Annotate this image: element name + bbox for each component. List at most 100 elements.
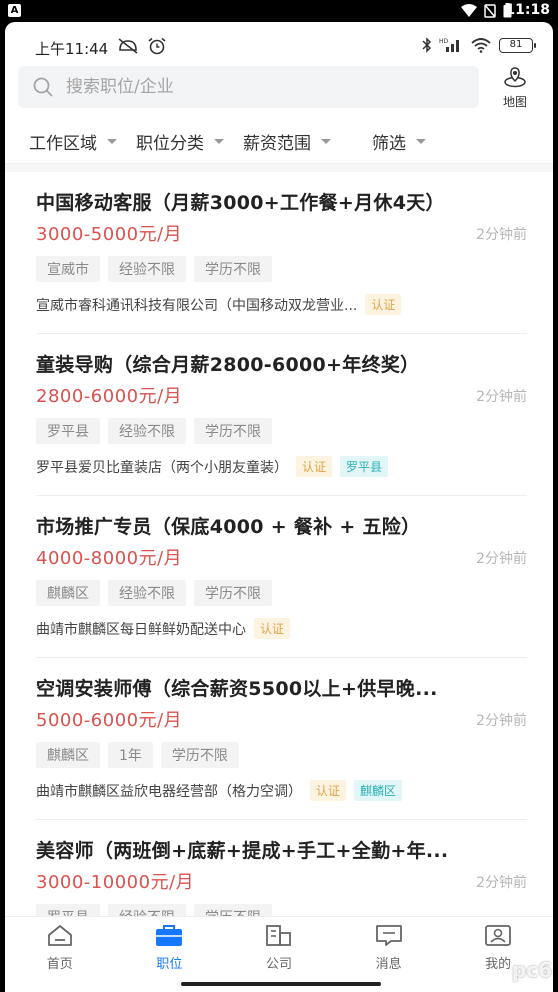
caret-down-icon [416, 139, 426, 144]
job-title: 市场推广专员（保底4000 + 餐补 + 五险） [36, 516, 421, 538]
job-card[interactable]: 美容师（两班倒+底薪+提成+手工+全勤+年... 3000-10000元/月 2… [36, 820, 527, 916]
wifi-icon [471, 38, 491, 53]
caret-down-icon [214, 139, 224, 144]
job-posted-time: 2分钟前 [476, 713, 527, 729]
tag-location: 罗平县 [36, 904, 100, 916]
tag-location: 麒麟区 [36, 742, 100, 768]
filter-label: 薪资范围 [243, 134, 311, 154]
job-card[interactable]: 空调安装师傅（综合薪资5500以上+供早晚... 5000-6000元/月 2分… [36, 658, 527, 820]
job-company-row: 曲靖市麒麟区每日鲜鲜奶配送中心 认证 [36, 618, 526, 639]
job-tags: 麒麟区 经验不限 学历不限 [36, 580, 272, 606]
watermark-logo: pc6 [511, 958, 552, 982]
filter-salary-range[interactable]: 薪资范围 [243, 129, 331, 154]
job-tags: 罗平县 经验不限 学历不限 [36, 904, 272, 916]
job-company-row: 罗平县爱贝比童装店（两个小朋友童装） 认证 罗平县 [36, 456, 526, 477]
filter-label: 筛选 [372, 134, 406, 154]
tab-home[interactable]: 首页 [5, 917, 115, 992]
tag-experience: 经验不限 [108, 256, 186, 282]
search-input[interactable] [66, 77, 446, 97]
search-bar[interactable] [18, 66, 479, 108]
job-title: 美容师（两班倒+底薪+提成+手工+全勤+年... [36, 840, 449, 862]
no-sim-icon [484, 3, 496, 18]
tag-location: 宣威市 [36, 256, 100, 282]
tag-location: 罗平县 [36, 418, 100, 444]
tag-education: 学历不限 [194, 904, 272, 916]
filter-label: 工作区域 [29, 134, 97, 154]
status-right-icons: HD 81 [422, 37, 536, 53]
job-company-row: 曲靖市麒麟区益欣电器经营部（格力空调） 认证 麒麟区 [36, 780, 526, 801]
caret-down-icon [107, 139, 117, 144]
verified-badge: 认证 [365, 294, 402, 315]
company-name: 曲靖市麒麟区益欣电器经营部（格力空调） [36, 783, 302, 800]
job-posted-time: 2分钟前 [476, 227, 527, 243]
verified-badge: 认证 [296, 456, 333, 477]
system-time: 11:18 [505, 2, 550, 18]
map-pin-icon [504, 67, 526, 88]
filter-work-area[interactable]: 工作区域 [29, 129, 117, 154]
signal-icon: HD [439, 38, 459, 52]
job-posted-time: 2分钟前 [476, 875, 527, 891]
map-button[interactable]: 地图 [495, 66, 535, 109]
divider [5, 164, 553, 172]
verified-badge: 认证 [310, 780, 347, 801]
job-list: 中国移动客服（月薪3000+工作餐+月休4天） 3000-5000元/月 2分钟… [5, 172, 553, 916]
wifi-icon [461, 3, 477, 17]
search-icon [33, 77, 53, 97]
filter-more[interactable]: 筛选 [372, 129, 426, 154]
area-badge: 麒麟区 [354, 780, 403, 801]
tab-companies[interactable]: 公司 [224, 917, 334, 992]
status-left-icons [117, 37, 167, 55]
notification-indicator: A [8, 4, 21, 17]
filter-job-category[interactable]: 职位分类 [136, 129, 224, 154]
company-name: 曲靖市麒麟区每日鲜鲜奶配送中心 [36, 621, 246, 638]
mute-icon [118, 38, 138, 54]
system-status-bar: A 11:18 [0, 0, 558, 22]
status-time: 上午11:44 [35, 40, 109, 58]
company-name: 罗平县爱贝比童装店（两个小朋友童装） [36, 459, 288, 476]
job-salary: 3000-10000元/月 [36, 872, 195, 893]
tag-experience: 经验不限 [108, 418, 186, 444]
company-name: 宣威市睿科通讯科技有限公司（中国移动双龙营业... [36, 297, 358, 314]
home-indicator[interactable] [181, 982, 381, 986]
verified-badge: 认证 [254, 618, 291, 639]
profile-icon [485, 925, 512, 946]
job-posted-time: 2分钟前 [476, 389, 527, 405]
job-salary: 3000-5000元/月 [36, 224, 183, 245]
job-card[interactable]: 中国移动客服（月薪3000+工作餐+月休4天） 3000-5000元/月 2分钟… [36, 172, 527, 334]
battery-level: 81 [499, 37, 536, 53]
home-icon [47, 925, 72, 946]
caret-down-icon [321, 139, 331, 144]
system-icons [461, 3, 512, 18]
tag-experience: 经验不限 [108, 904, 186, 916]
device-status-bar: 上午11:44 HD 81 [5, 22, 553, 60]
filter-label: 职位分类 [136, 134, 204, 154]
job-salary: 5000-6000元/月 [36, 710, 183, 731]
job-salary: 2800-6000元/月 [36, 386, 183, 407]
tag-education: 学历不限 [194, 256, 272, 282]
job-title: 中国移动客服（月薪3000+工作餐+月休4天） [36, 192, 445, 214]
tab-messages[interactable]: 消息 [334, 917, 444, 992]
job-company-row: 宣威市睿科通讯科技有限公司（中国移动双龙营业... 认证 [36, 294, 526, 315]
message-icon [375, 925, 402, 946]
job-tags: 麒麟区 1年 学历不限 [36, 742, 239, 768]
job-title: 童装导购（综合月薪2800-6000+年终奖） [36, 354, 420, 376]
tab-label: 公司 [265, 957, 292, 972]
tag-education: 学历不限 [194, 580, 272, 606]
bottom-tab-bar: 首页 职位 公司 消息 我的 [5, 916, 553, 992]
tag-location: 麒麟区 [36, 580, 100, 606]
area-badge: 罗平县 [340, 456, 389, 477]
tab-label: 职位 [156, 957, 183, 972]
job-tags: 罗平县 经验不限 学历不限 [36, 418, 272, 444]
tab-jobs[interactable]: 职位 [115, 917, 225, 992]
briefcase-icon [156, 925, 183, 946]
job-card[interactable]: 市场推广专员（保底4000 + 餐补 + 五险） 4000-8000元/月 2分… [36, 496, 527, 658]
svg-text:HD: HD [439, 38, 449, 45]
job-title: 空调安装师傅（综合薪资5500以上+供早晚... [36, 678, 438, 700]
job-salary: 4000-8000元/月 [36, 548, 183, 569]
filter-bar: 工作区域 职位分类 薪资范围 筛选 [5, 120, 553, 164]
tab-label: 首页 [46, 957, 73, 972]
tag-experience: 经验不限 [108, 580, 186, 606]
app-screen: 上午11:44 HD 81 地图 工作区域 职位分类 薪资范围 筛选 [5, 22, 553, 992]
job-card[interactable]: 童装导购（综合月薪2800-6000+年终奖） 2800-6000元/月 2分钟… [36, 334, 527, 496]
tag-education: 学历不限 [194, 418, 272, 444]
